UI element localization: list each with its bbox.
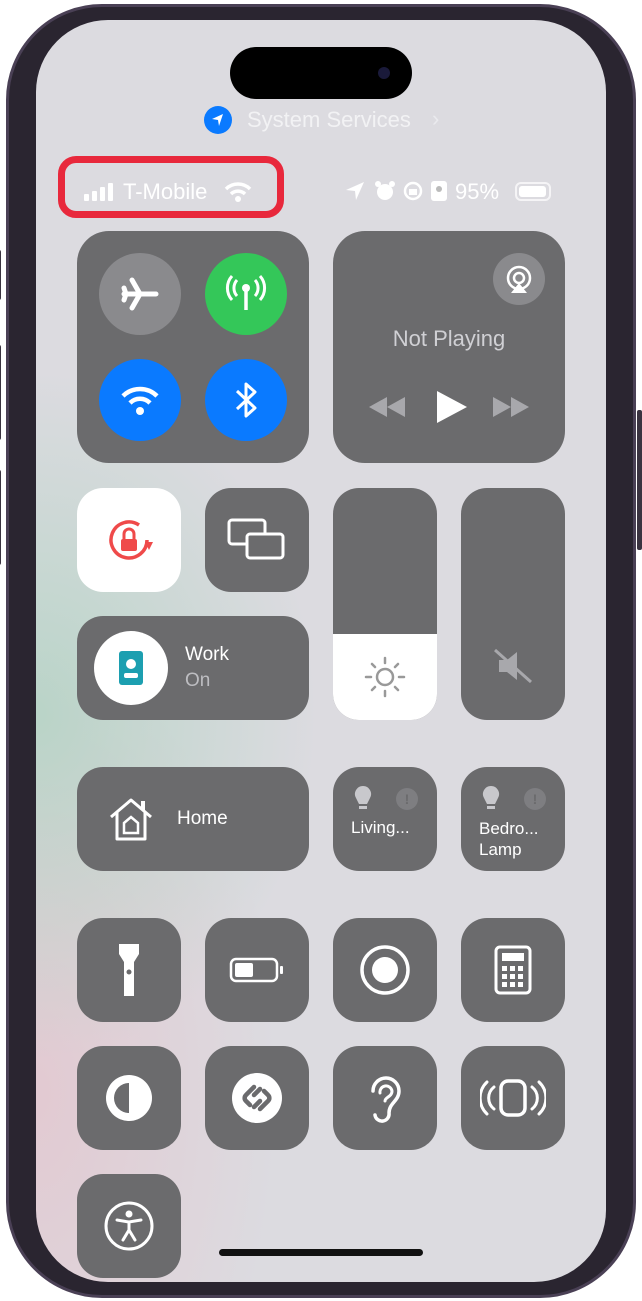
side-button	[637, 410, 642, 550]
shazam-button[interactable]	[205, 1046, 309, 1150]
accessory-label-line1: Bedro...	[479, 819, 539, 838]
flashlight-icon	[119, 944, 139, 996]
battery-icon	[229, 957, 283, 983]
airplane-mode-toggle[interactable]	[99, 253, 181, 335]
carrier-label: T-Mobile	[123, 179, 208, 204]
orientation-lock-icon	[109, 520, 153, 560]
flashlight-button[interactable]	[77, 918, 181, 1022]
antenna-icon	[225, 275, 267, 310]
home-button[interactable]: Home	[77, 767, 309, 871]
sun-icon	[364, 656, 406, 698]
low-power-mode-button[interactable]	[205, 918, 309, 1022]
calculator-button[interactable]	[461, 918, 565, 1022]
dark-mode-button[interactable]	[77, 1046, 181, 1150]
airplay-button[interactable]	[493, 253, 545, 305]
location-services-label[interactable]: System Services	[247, 107, 411, 133]
cellular-data-toggle[interactable]	[205, 253, 287, 335]
accessory-label: Living...	[351, 818, 410, 837]
accessory-label: Bedro... Lamp	[479, 818, 539, 860]
focus-work-icon	[94, 631, 168, 705]
accessibility-shortcut-button[interactable]	[77, 1174, 181, 1278]
media-status: Not Playing	[392, 326, 506, 351]
focus-work-icon	[431, 181, 447, 201]
home-icon	[110, 798, 152, 841]
focus-label: Work	[185, 644, 229, 665]
focus-button[interactable]: Work On	[77, 616, 309, 720]
battery-icon	[515, 182, 551, 201]
screen-mirroring-button[interactable]	[205, 488, 309, 592]
accessory-bedroom-lamp[interactable]: ! Bedro... Lamp	[461, 767, 565, 871]
rewind-icon[interactable]	[367, 394, 407, 420]
accessory-living[interactable]: ! Living...	[333, 767, 437, 871]
orientation-lock-toggle[interactable]	[77, 488, 181, 592]
brightness-fill	[333, 634, 437, 720]
accessibility-icon	[104, 1201, 154, 1251]
volume-down-button	[0, 470, 1, 565]
lightbulb-icon	[482, 785, 500, 809]
dynamic-island	[230, 47, 412, 99]
appearance-icon	[106, 1075, 152, 1121]
airplay-icon	[506, 265, 532, 293]
volume-up-button	[0, 345, 1, 440]
shazam-icon	[232, 1073, 282, 1123]
ping-watch-button[interactable]	[461, 1046, 565, 1150]
chevron-right-icon[interactable]: ›	[432, 106, 439, 132]
screen-mirroring-icon	[227, 518, 285, 560]
location-arrow-icon	[204, 106, 232, 134]
alert-icon: !	[396, 788, 418, 810]
alert-icon: !	[524, 788, 546, 810]
alarm-icon	[375, 181, 395, 200]
wifi-icon	[224, 182, 252, 202]
hearing-button[interactable]	[333, 1046, 437, 1150]
lightbulb-icon	[354, 785, 372, 809]
speaker-muted-icon	[494, 648, 532, 684]
wifi-icon	[121, 386, 159, 415]
watch-ping-icon	[480, 1079, 546, 1117]
bluetooth-icon	[235, 382, 257, 418]
location-icon	[346, 182, 364, 200]
play-icon[interactable]	[433, 389, 469, 425]
screen-recording-button[interactable]	[333, 918, 437, 1022]
volume-slider[interactable]	[461, 488, 565, 720]
calculator-icon	[494, 945, 532, 995]
bluetooth-toggle[interactable]	[205, 359, 287, 441]
action-button	[0, 250, 1, 300]
focus-state: On	[185, 670, 211, 691]
wifi-toggle[interactable]	[99, 359, 181, 441]
battery-percent: 95%	[455, 179, 500, 204]
fast-forward-icon[interactable]	[491, 394, 531, 420]
record-icon	[360, 945, 410, 995]
brightness-slider[interactable]	[333, 488, 437, 720]
orientation-lock-icon	[403, 181, 423, 201]
home-indicator[interactable]	[219, 1249, 423, 1256]
ear-icon	[371, 1076, 401, 1123]
airplane-icon	[121, 277, 159, 311]
now-playing-module: Not Playing	[333, 231, 565, 463]
camera-icon	[378, 67, 390, 79]
accessory-label-line2: Lamp	[479, 840, 522, 859]
home-label: Home	[177, 808, 228, 829]
signal-icon	[84, 183, 113, 201]
